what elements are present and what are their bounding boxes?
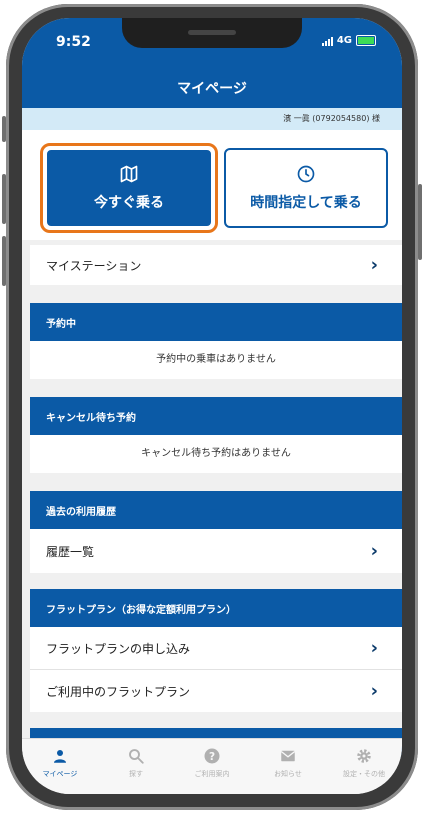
tab-settings[interactable]: 設定・その他 xyxy=(326,739,402,794)
flat-plan-apply-label: フラットプランの申し込み xyxy=(46,641,191,656)
ride-actions: 今すぐ乗る 時間指定して乗る xyxy=(22,130,402,240)
chevron-right-icon: › xyxy=(370,680,378,702)
section-waitlist-header: キャンセル待ち予約 xyxy=(30,397,402,435)
status-time: 9:52 xyxy=(56,34,91,50)
ride-scheduled-button[interactable]: 時間指定して乗る xyxy=(224,148,388,228)
app-screen: 9:52 4G マイページ 濱 一眞 (0792054580) 様 今すぐ乗る xyxy=(22,18,402,794)
network-type: 4G xyxy=(336,35,352,46)
section-reservations-header: 予約中 xyxy=(30,303,402,341)
signal-icon xyxy=(321,36,333,46)
tab-guide[interactable]: ? ご利用案内 xyxy=(174,739,250,794)
tab-label: マイページ xyxy=(42,770,78,778)
tab-search[interactable]: 探す xyxy=(98,739,174,794)
ride-now-button[interactable]: 今すぐ乗る xyxy=(45,148,213,228)
chevron-right-icon: › xyxy=(370,540,378,562)
chevron-right-icon: › xyxy=(370,254,378,276)
menu-item-flat-plan-current[interactable]: ご利用中のフラットプラン › xyxy=(30,670,402,712)
volume-down-button xyxy=(2,236,6,286)
phone-frame: 9:52 4G マイページ 濱 一眞 (0792054580) 様 今すぐ乗る xyxy=(2,4,422,810)
history-list-label: 履歴一覧 xyxy=(46,544,95,559)
clock-icon xyxy=(297,165,315,183)
battery-icon xyxy=(356,35,376,46)
my-station-label: マイステーション xyxy=(46,258,142,273)
menu-item-flat-plan-apply[interactable]: フラットプランの申し込み › xyxy=(30,627,402,669)
waitlist-empty-message: キャンセル待ち予約はありません xyxy=(30,435,402,473)
menu-item-history-list[interactable]: 履歴一覧 › xyxy=(30,529,402,573)
ride-scheduled-label: 時間指定して乗る xyxy=(250,195,362,211)
power-button xyxy=(418,184,422,260)
flat-plan-current-label: ご利用中のフラットプラン xyxy=(46,684,191,699)
chevron-right-icon: › xyxy=(370,637,378,659)
bottom-tab-bar: マイページ 探す ? ご利用案内 お知らせ 設定・その他 xyxy=(22,738,402,794)
ride-now-label: 今すぐ乗る xyxy=(94,195,164,211)
gear-icon xyxy=(357,749,371,763)
person-icon xyxy=(54,750,66,763)
map-icon xyxy=(120,165,138,183)
page-title: マイページ xyxy=(22,70,402,108)
section-history-header: 過去の利用履歴 xyxy=(30,491,402,529)
svg-text:?: ? xyxy=(209,751,215,763)
volume-up-button xyxy=(2,174,6,224)
tab-label: 設定・その他 xyxy=(343,770,385,778)
reservations-empty-message: 予約中の乗車はありません xyxy=(30,341,402,379)
tab-label: 探す xyxy=(129,770,143,778)
notch xyxy=(122,18,302,48)
menu-item-my-station[interactable]: マイステーション › xyxy=(30,245,402,285)
tab-label: お知らせ xyxy=(274,770,302,778)
user-info-bar: 濱 一眞 (0792054580) 様 xyxy=(22,108,402,130)
section-flat-plan-header: フラットプラン（お得な定額利用プラン） xyxy=(30,589,402,627)
status-indicators: 4G xyxy=(321,35,376,46)
tab-mypage[interactable]: マイページ xyxy=(22,739,98,794)
help-icon: ? xyxy=(204,748,220,764)
search-icon xyxy=(129,749,144,764)
mail-icon xyxy=(280,750,296,762)
status-bar: 9:52 4G xyxy=(22,18,402,70)
tab-label: ご利用案内 xyxy=(194,770,230,778)
tab-news[interactable]: お知らせ xyxy=(250,739,326,794)
mute-switch xyxy=(2,116,6,142)
